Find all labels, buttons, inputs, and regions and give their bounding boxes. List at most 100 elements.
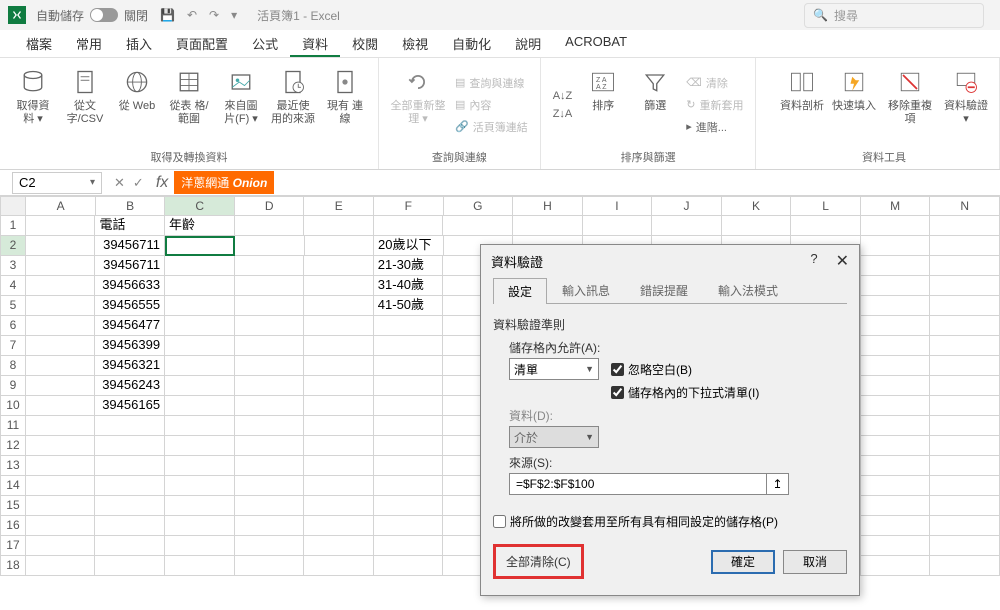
- cell[interactable]: [165, 336, 235, 356]
- col-header-G[interactable]: G: [444, 196, 514, 216]
- cell[interactable]: [930, 556, 1000, 576]
- cell[interactable]: [304, 256, 374, 276]
- cell[interactable]: [235, 476, 305, 496]
- cell[interactable]: [443, 216, 513, 236]
- cell[interactable]: [235, 396, 305, 416]
- row-header[interactable]: 14: [0, 476, 26, 496]
- cell[interactable]: [374, 516, 444, 536]
- select-all-corner[interactable]: [0, 196, 26, 216]
- row-header[interactable]: 2: [0, 236, 26, 256]
- cell[interactable]: [165, 296, 235, 316]
- tab-data[interactable]: 資料: [290, 30, 340, 57]
- tab-error-alert[interactable]: 錯誤提醒: [625, 277, 703, 303]
- cell[interactable]: [930, 256, 1000, 276]
- cell[interactable]: [304, 376, 374, 396]
- row-header[interactable]: 4: [0, 276, 26, 296]
- advanced-filter-button[interactable]: ▸進階...: [682, 117, 747, 137]
- cell[interactable]: [374, 416, 444, 436]
- undo-icon[interactable]: ↶: [187, 8, 197, 22]
- cell[interactable]: [930, 496, 1000, 516]
- clear-all-button[interactable]: 全部清除(C): [493, 544, 584, 579]
- existing-connections-button[interactable]: 現有 連線: [320, 62, 370, 147]
- cell[interactable]: [235, 296, 305, 316]
- refresh-all-button[interactable]: 全部重新整理 ▾: [387, 62, 449, 147]
- cell[interactable]: 21-30歲: [374, 256, 444, 276]
- cell[interactable]: [95, 456, 165, 476]
- cell[interactable]: [95, 496, 165, 516]
- cell[interactable]: 39456633: [95, 276, 165, 296]
- tab-acrobat[interactable]: ACROBAT: [553, 30, 639, 57]
- cell[interactable]: [95, 416, 165, 436]
- cell[interactable]: [165, 516, 235, 536]
- cell[interactable]: [861, 416, 931, 436]
- cell[interactable]: 年齡: [165, 216, 235, 236]
- cell[interactable]: [930, 396, 1000, 416]
- cell[interactable]: [165, 476, 235, 496]
- row-header[interactable]: 5: [0, 296, 26, 316]
- cell[interactable]: [861, 296, 931, 316]
- cell[interactable]: [26, 276, 96, 296]
- help-icon[interactable]: ?: [810, 251, 817, 271]
- cell[interactable]: [513, 216, 583, 236]
- cell[interactable]: [26, 296, 96, 316]
- cell[interactable]: [165, 556, 235, 576]
- cell[interactable]: 41-50歲: [374, 296, 444, 316]
- cell[interactable]: [374, 216, 444, 236]
- cell[interactable]: [304, 336, 374, 356]
- tab-review[interactable]: 校閱: [340, 30, 390, 57]
- cell[interactable]: [930, 336, 1000, 356]
- cell[interactable]: [861, 396, 931, 416]
- cell[interactable]: [861, 236, 931, 256]
- cell[interactable]: [305, 236, 375, 256]
- toggle-switch-icon[interactable]: [90, 8, 118, 22]
- cell[interactable]: [930, 516, 1000, 536]
- cell[interactable]: [165, 416, 235, 436]
- from-table-button[interactable]: 從表 格/範圍: [164, 62, 214, 147]
- row-header[interactable]: 17: [0, 536, 26, 556]
- col-header-F[interactable]: F: [374, 196, 444, 216]
- cell[interactable]: [235, 236, 305, 256]
- cell[interactable]: [26, 256, 96, 276]
- cell[interactable]: [95, 536, 165, 556]
- remove-duplicates-button[interactable]: 移除重複項: [881, 62, 939, 147]
- row-header[interactable]: 12: [0, 436, 26, 456]
- cell[interactable]: [930, 416, 1000, 436]
- cell[interactable]: [930, 276, 1000, 296]
- name-box[interactable]: C2 ▾: [12, 172, 102, 194]
- accept-formula-icon[interactable]: ✓: [133, 175, 144, 191]
- cell[interactable]: [374, 376, 444, 396]
- cell[interactable]: [930, 236, 1000, 256]
- redo-icon[interactable]: ↷: [209, 8, 219, 22]
- cell[interactable]: [304, 496, 374, 516]
- cell[interactable]: [374, 336, 444, 356]
- cell[interactable]: [26, 316, 96, 336]
- cell[interactable]: [861, 516, 931, 536]
- from-web-button[interactable]: 從 Web: [112, 62, 162, 147]
- sort-button[interactable]: Z AA Z排序: [578, 62, 628, 147]
- cell[interactable]: [95, 476, 165, 496]
- sort-za-button[interactable]: Z↓A: [549, 106, 577, 122]
- cell[interactable]: 20歲以下: [374, 236, 444, 256]
- cell[interactable]: [235, 216, 305, 236]
- cell[interactable]: 31-40歲: [374, 276, 444, 296]
- cell[interactable]: [930, 536, 1000, 556]
- cell[interactable]: [95, 516, 165, 536]
- cell[interactable]: 電話: [95, 216, 165, 236]
- cell[interactable]: [26, 216, 96, 236]
- properties-button[interactable]: ▤內容: [451, 95, 532, 115]
- edit-links-button[interactable]: 🔗活頁簿連結: [451, 117, 532, 137]
- cell[interactable]: [235, 496, 305, 516]
- col-header-M[interactable]: M: [861, 196, 931, 216]
- cell[interactable]: [304, 536, 374, 556]
- cell[interactable]: [165, 536, 235, 556]
- col-header-C[interactable]: C: [165, 196, 235, 216]
- get-data-button[interactable]: 取得資 料 ▾: [8, 62, 58, 147]
- cell[interactable]: [930, 296, 1000, 316]
- cell[interactable]: 39456243: [95, 376, 165, 396]
- cell[interactable]: 39456711: [95, 236, 165, 256]
- cell[interactable]: [165, 376, 235, 396]
- cell[interactable]: [861, 456, 931, 476]
- cell[interactable]: [374, 316, 444, 336]
- cell[interactable]: [374, 356, 444, 376]
- col-header-H[interactable]: H: [513, 196, 583, 216]
